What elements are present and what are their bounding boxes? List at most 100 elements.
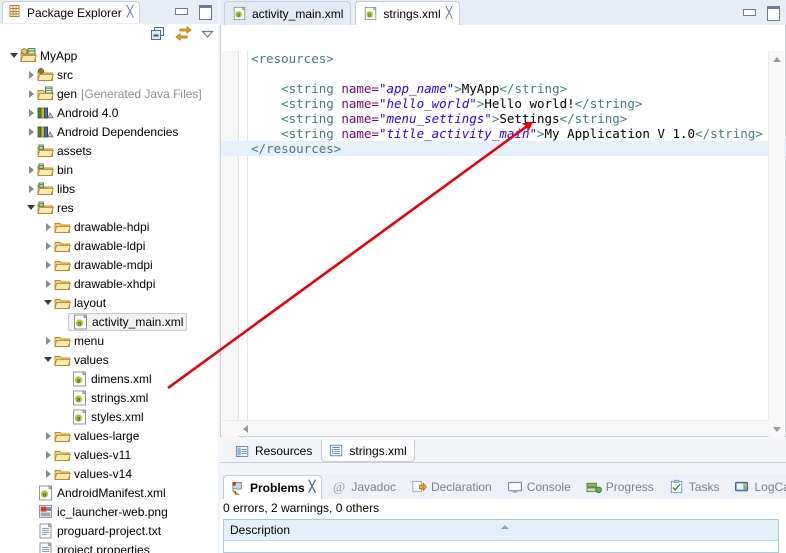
tree-item-activity-main-xml[interactable]: a activity_main.xml	[0, 312, 218, 331]
expand-arrow-closed-icon[interactable]	[43, 468, 54, 479]
tree-item-src[interactable]: src	[0, 65, 218, 84]
scroll-down-icon[interactable]	[769, 422, 784, 437]
expand-arrow-closed-icon[interactable]	[26, 69, 37, 80]
library-icon	[37, 124, 54, 140]
tree-item-proguard-project-txt[interactable]: proguard-project.txt	[0, 521, 218, 540]
tree-item-values-v11[interactable]: values-v11	[0, 445, 218, 464]
code-token: "hello_world"	[378, 96, 477, 111]
tree-item-gen[interactable]: gen [Generated Java Files]	[0, 84, 218, 103]
tree-item-layout[interactable]: layout	[0, 293, 218, 312]
view-tab-declaration[interactable]: Declaration	[405, 475, 498, 499]
svg-text:a: a	[77, 396, 81, 403]
tree-item-android-4-0[interactable]: Android 4.0	[0, 103, 218, 122]
view-tab-tasks[interactable]: Tasks	[663, 475, 726, 499]
view-tab-javadoc[interactable]: @ Javadoc	[325, 475, 402, 499]
expand-arrow-closed-icon[interactable]	[26, 164, 37, 175]
tree-item-content: a activity_main.xml	[68, 312, 188, 331]
view-tab-problems[interactable]: ! Problems ╳	[223, 475, 323, 499]
folder-icon	[54, 428, 71, 444]
tree-item-menu[interactable]: menu	[0, 331, 218, 350]
view-tab-label: Console	[526, 480, 571, 494]
code-token: </string>	[499, 81, 568, 96]
expand-arrow-closed-icon[interactable]	[43, 430, 54, 441]
tree-item-drawable-xhdpi[interactable]: drawable-xhdpi	[0, 274, 218, 293]
text-file-icon	[37, 522, 54, 539]
maximize-icon[interactable]	[198, 4, 212, 20]
tree-item-strings-xml[interactable]: a strings.xml	[0, 388, 218, 407]
editor-tab-strings-xml[interactable]: a strings.xml ╳	[355, 1, 461, 25]
view-tab-progress[interactable]: Progress	[580, 475, 660, 499]
close-icon[interactable]: ╳	[309, 482, 316, 493]
chevron-down-icon[interactable]	[201, 29, 214, 39]
xml-source-code[interactable]: <resources> <string name="app_name">MyAp…	[221, 51, 786, 156]
tree-item-values-v14[interactable]: values-v14	[0, 464, 218, 483]
scroll-left-icon[interactable]	[238, 421, 252, 435]
tree-item-values[interactable]: values	[0, 350, 218, 369]
tree-item-drawable-mdpi[interactable]: drawable-mdpi	[0, 255, 218, 274]
tree-item-dimens-xml[interactable]: a dimens.xml	[0, 369, 218, 388]
editor-tab-activity-main-xml[interactable]: a activity_main.xml	[224, 1, 352, 25]
tab-package-explorer[interactable]: Package Explorer ╳	[2, 1, 141, 23]
expand-arrow-open-icon[interactable]	[43, 354, 54, 365]
tree-item-values-large[interactable]: values-large	[0, 426, 218, 445]
minimize-icon[interactable]	[174, 4, 188, 17]
view-tab-logcat[interactable]: LogCat	[728, 475, 786, 499]
close-icon[interactable]: ╳	[446, 8, 453, 19]
tree-item-content: values-large	[54, 428, 139, 444]
package-folder-icon	[37, 200, 54, 216]
expand-arrow-open-icon[interactable]	[43, 297, 54, 308]
expand-arrow-open-icon[interactable]	[9, 50, 20, 61]
tree-item-res[interactable]: res	[0, 198, 218, 217]
view-tab-label: Declaration	[431, 480, 492, 494]
close-icon[interactable]: ╳	[127, 7, 134, 18]
editor-page-tab-strings-xml[interactable]: strings.xml	[321, 440, 415, 462]
tree-item-assets[interactable]: assets	[0, 141, 218, 160]
tree-item-ic-launcher-web-png[interactable]: ic_launcher-web.png	[0, 502, 218, 521]
expand-arrow-closed-icon[interactable]	[43, 449, 54, 460]
editor-body: <resources> <string name="app_name">MyAp…	[220, 25, 786, 437]
horizontal-sash[interactable]	[220, 466, 786, 474]
collapse-all-icon[interactable]	[150, 26, 166, 41]
expand-arrow-closed-icon[interactable]	[26, 183, 37, 194]
code-line: <resources>	[251, 51, 763, 66]
tree-item-label: values-large	[74, 428, 140, 443]
expand-arrow-closed-icon[interactable]	[43, 335, 54, 346]
view-tab-console[interactable]: Console	[501, 475, 577, 499]
tree-item-drawable-ldpi[interactable]: drawable-ldpi	[0, 236, 218, 255]
minimize-icon[interactable]	[742, 5, 756, 18]
tree-item-content: libs	[37, 181, 75, 197]
editor-page-tab-resources[interactable]: Resources	[228, 440, 319, 462]
link-editor-icon[interactable]	[175, 26, 192, 41]
tree-item-bin[interactable]: bin	[0, 160, 218, 179]
tree-item-androidmanifest-xml[interactable]: a AndroidManifest.xml	[0, 483, 218, 502]
editor-horizontal-scrollbar[interactable]	[222, 420, 770, 435]
expand-arrow-closed-icon[interactable]	[43, 259, 54, 270]
expand-arrow-closed-icon[interactable]	[26, 107, 37, 118]
tree-item-android-dependencies[interactable]: Android Dependencies	[0, 122, 218, 141]
maximize-icon[interactable]	[766, 5, 780, 21]
code-token: <string	[251, 111, 342, 126]
expand-arrow-closed-icon[interactable]	[26, 88, 37, 99]
editor-annotation-gutter[interactable]	[222, 51, 239, 437]
editor-vertical-scrollbar[interactable]	[768, 51, 784, 437]
tree-item-styles-xml[interactable]: a styles.xml	[0, 407, 218, 426]
svg-text:a: a	[78, 320, 82, 327]
tree-item-content: a styles.xml	[71, 408, 144, 425]
expand-arrow-closed-icon[interactable]	[26, 126, 37, 137]
scroll-up-icon[interactable]	[769, 51, 784, 66]
project-tree[interactable]: MyApp src gen [Generated Java Files] Android…	[0, 46, 218, 553]
expand-arrow-closed-icon[interactable]	[43, 240, 54, 251]
package-folder-icon	[37, 143, 54, 159]
expand-arrow-open-icon[interactable]	[26, 202, 37, 213]
tree-item-project-properties[interactable]: project.properties	[0, 540, 218, 553]
code-token: <resources>	[251, 51, 334, 66]
tree-item-myapp[interactable]: MyApp	[0, 46, 218, 65]
tree-item-drawable-hdpi[interactable]: drawable-hdpi	[0, 217, 218, 236]
problems-table[interactable]: Description	[223, 519, 779, 553]
tree-item-content: MyApp	[20, 47, 77, 64]
expand-arrow-closed-icon[interactable]	[43, 221, 54, 232]
tree-item-libs[interactable]: libs	[0, 179, 218, 198]
column-header-description[interactable]: Description	[224, 523, 290, 537]
expand-arrow-closed-icon[interactable]	[43, 278, 54, 289]
